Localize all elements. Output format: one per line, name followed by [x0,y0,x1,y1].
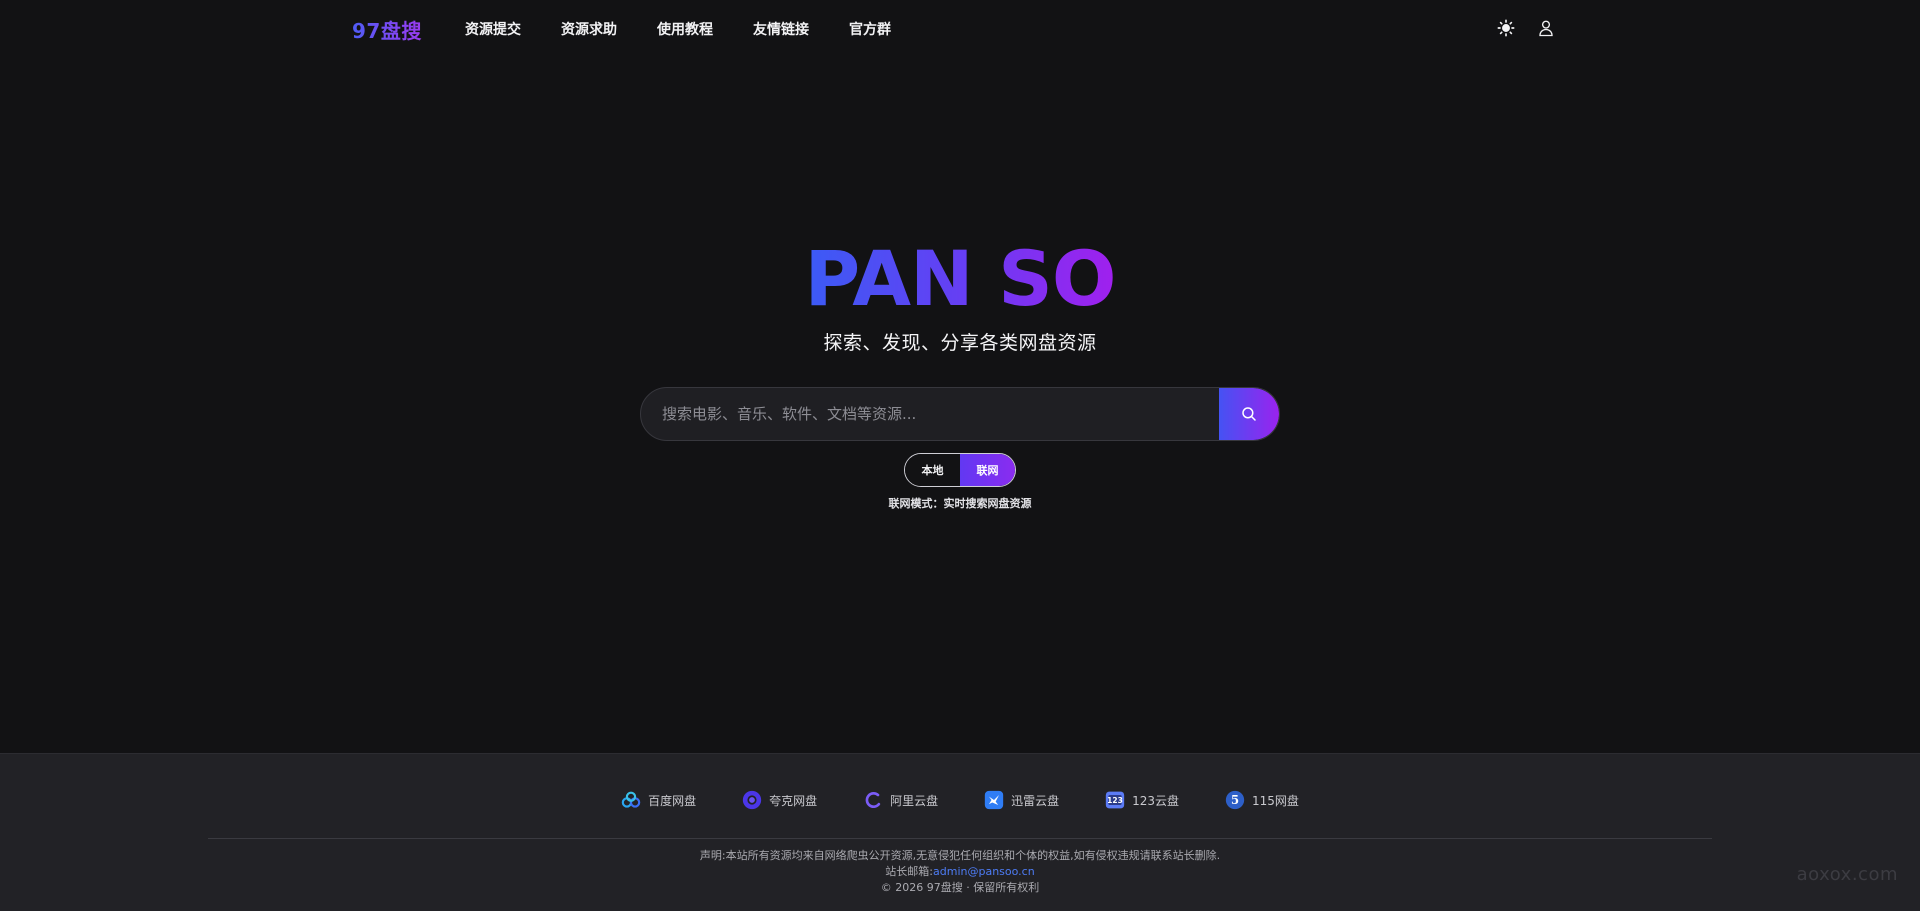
search-button[interactable] [1219,388,1279,440]
search-icon [1242,407,1256,421]
quark-pan-icon [742,790,762,810]
svg-text:123: 123 [1107,796,1123,805]
hero-title-text: PAN SO [804,234,1117,323]
hero-title: PAN SO [0,234,1920,324]
contact-line: 站长邮箱:admin@pansoo.cn [0,864,1920,880]
search-input[interactable] [641,388,1219,440]
drive-label: 123云盘 [1132,793,1180,808]
hero-subtitle: 探索、发现、分享各类网盘资源 [823,332,1097,354]
drive-link-123[interactable]: 123 123云盘 [1105,790,1179,810]
copyright: © 2026 97盘搜 · 保留所有权利 [880,881,1040,894]
search-mode-toggle: 本地 联网 [904,453,1016,487]
drive-label: 迅雷云盘 [1011,793,1060,808]
123-pan-icon: 123 [1105,790,1125,810]
footer-divider [208,838,1712,839]
main-nav: 资源提交 资源求助 使用教程 友情链接 官方群 [465,19,931,39]
drive-link-aliyun[interactable]: 阿里云盘 [863,790,938,810]
disclaimer-text: 声明:本站所有资源均来自网络爬虫公开资源,无意侵犯任何组织和个体的权益,如有侵权… [699,849,1221,862]
page: 97盘搜 资源提交 资源求助 使用教程 友情链接 官方群 PAN SO 探索、发… [0,0,1920,911]
drive-list: 百度网盘 夸克网盘 阿里云盘 迅雷云盘 123 123云盘 5 115网盘 [0,790,1920,810]
sun-icon[interactable] [1495,17,1517,39]
drive-link-xunlei[interactable]: 迅雷云盘 [984,790,1059,810]
search-bar [640,387,1280,441]
nav-link-request[interactable]: 资源求助 [561,19,617,39]
115-pan-icon: 5 [1225,790,1245,810]
mode-hint: 联网模式：实时搜索网盘资源 [888,497,1032,510]
mode-local-button[interactable]: 本地 [905,454,960,486]
nav-link-group[interactable]: 官方群 [849,19,891,39]
nav-link-friends[interactable]: 友情链接 [753,19,809,39]
nav-link-submit[interactable]: 资源提交 [465,19,521,39]
watermark: aoxox.com [1796,864,1898,885]
drive-label: 阿里云盘 [890,793,939,808]
xunlei-pan-icon [984,790,1004,810]
svg-text:5: 5 [1231,793,1239,807]
nav-link-tutorial[interactable]: 使用教程 [657,19,713,39]
email-label: 站长邮箱: [885,865,934,878]
top-navbar: 97盘搜 资源提交 资源求助 使用教程 友情链接 官方群 [0,0,1920,56]
drive-link-115[interactable]: 5 115网盘 [1225,790,1299,810]
drive-link-baidu[interactable]: 百度网盘 [621,790,696,810]
baidu-pan-icon [621,790,641,810]
drive-label: 百度网盘 [648,793,697,808]
aliyun-pan-icon [863,790,883,810]
user-icon[interactable] [1535,17,1557,39]
drive-link-quark[interactable]: 夸克网盘 [742,790,817,810]
email-link[interactable]: admin@pansoo.cn [933,865,1035,878]
mode-online-button[interactable]: 联网 [960,454,1015,486]
footer-disclaimer: 声明:本站所有资源均来自网络爬虫公开资源,无意侵犯任何组织和个体的权益,如有侵权… [0,848,1920,896]
footer: 百度网盘 夸克网盘 阿里云盘 迅雷云盘 123 123云盘 5 115网盘 声明… [0,753,1920,911]
site-logo[interactable]: 97盘搜 [352,15,422,44]
drive-label: 夸克网盘 [769,793,818,808]
drive-label: 115网盘 [1252,793,1299,808]
